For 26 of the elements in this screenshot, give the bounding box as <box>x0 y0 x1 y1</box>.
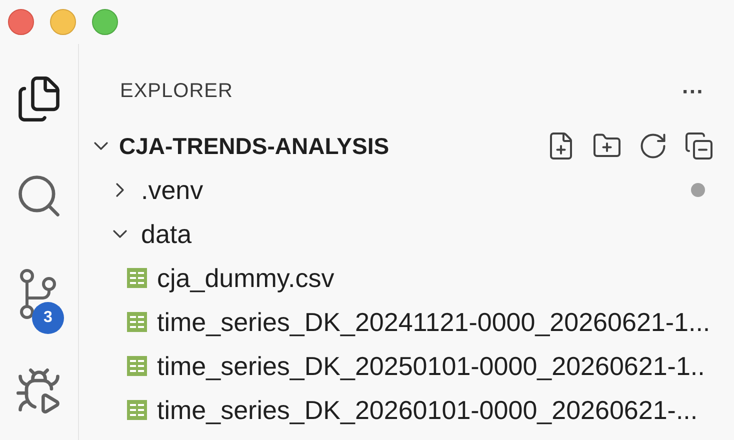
panel-title: EXPLORER <box>120 79 233 104</box>
spreadsheet-icon <box>127 268 147 288</box>
count-badge: 3 <box>32 302 64 334</box>
collapse-all-icon[interactable] <box>684 131 714 161</box>
file-row[interactable]: cja_dummy.csv <box>79 256 734 300</box>
spreadsheet-icon <box>127 356 147 376</box>
file-row[interactable]: time_series_DK_20241121-0000_20260621-1... <box>79 300 734 344</box>
close-window-button[interactable] <box>8 9 34 35</box>
more-actions-button[interactable]: ··· <box>682 74 704 108</box>
file-name: time_series_DK_20250101-0000_20260621-1.. <box>157 350 705 382</box>
file-name: cja_dummy.csv <box>157 262 334 294</box>
file-name: time_series_DK_20260101-0000_20260621-... <box>157 394 698 426</box>
activity-bar-item[interactable]: 3 <box>0 245 78 342</box>
spreadsheet-icon <box>127 400 147 420</box>
project-name: CJA-TRENDS-ANALYSIS <box>119 132 390 161</box>
file-row[interactable]: time_series_DK_20260101-0000_20260621-... <box>79 388 734 432</box>
folder-name: data <box>141 218 192 250</box>
folder-row[interactable]: data <box>79 212 734 256</box>
zoom-window-button[interactable] <box>92 9 118 35</box>
folder-name: .venv <box>141 174 204 206</box>
spreadsheet-icon <box>127 312 147 332</box>
file-row[interactable]: time_series_DK_20250101-0000_20260621-1.. <box>79 344 734 388</box>
file-name: time_series_DK_20241121-0000_20260621-1... <box>157 306 710 338</box>
refresh-icon[interactable] <box>638 131 668 161</box>
project-row[interactable]: CJA-TRENDS-ANALYSIS <box>79 124 734 168</box>
folder-row[interactable]: .venv <box>79 168 734 212</box>
